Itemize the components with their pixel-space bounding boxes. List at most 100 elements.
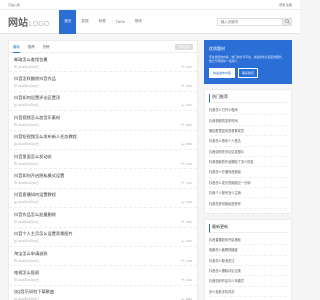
hot-list-item[interactable]: 抖音怎么开通商品橱窗 xyxy=(209,167,287,178)
site-notice[interactable]: 万站公告 xyxy=(8,3,20,7)
hot-list-item[interactable]: 抖音怎么修改个人签名 xyxy=(209,136,287,147)
article-views: 2816 xyxy=(181,220,192,224)
article-title[interactable]: 抖音直播如何设置教程 xyxy=(14,192,192,198)
article-date: 2024年01月02日 xyxy=(14,65,39,69)
hot-list-item[interactable]: 抖音怎样设置私密账号 xyxy=(209,198,287,209)
latest-list-item[interactable]: 抖音直播如何开启美颜 xyxy=(209,235,287,246)
hot-list-item[interactable]: 抖音怎么打开小程序 xyxy=(209,105,287,116)
article-title[interactable]: QQ音乐如何下载歌曲 xyxy=(14,289,192,295)
search-icon xyxy=(284,19,290,24)
clock-icon xyxy=(14,123,17,127)
article-views-count: 1241 xyxy=(185,103,192,108)
main-nav: 首页 发现 标签 TAGs 快传 xyxy=(59,9,147,34)
article-views-count: 1516 xyxy=(185,64,192,69)
article-date: 2024年01月02日 xyxy=(14,259,39,263)
nav-item-tags-en[interactable]: TAGs xyxy=(111,10,130,34)
article-date-text: 2024年01月02日 xyxy=(18,83,39,88)
login-register-link[interactable]: 登录 注册 xyxy=(279,3,292,7)
tab-hot[interactable]: 热榜 xyxy=(43,41,50,53)
article-date: 2024年01月02日 xyxy=(14,142,39,146)
search-input[interactable] xyxy=(217,17,283,26)
article-views: 1029 xyxy=(181,200,192,204)
eye-icon xyxy=(181,85,185,87)
promo-text: 专业优质的内容，热门的分享平台，并提供长久稳定的服务，致力于帮助每一位用户。 xyxy=(209,55,285,63)
clock-icon xyxy=(14,278,17,282)
article-views-count: 2108 xyxy=(185,258,192,263)
nav-item-tags[interactable]: 标签 xyxy=(94,10,111,34)
article-title[interactable]: 淘宝怎么申请退款 xyxy=(14,251,192,257)
search-button[interactable] xyxy=(283,17,292,26)
article-date: 2024年01月02日 xyxy=(14,181,39,185)
eye-icon xyxy=(181,104,185,107)
hot-list-item[interactable]: 微信群里如何查看群成员 xyxy=(209,126,287,137)
article-item[interactable]: 邮政怎么查找包裹 2024年01月02日 1516 xyxy=(9,53,197,73)
article-date-text: 2024年01月02日 xyxy=(18,161,39,166)
latest-list-item[interactable]: 抖音如何开启青少年模式 xyxy=(209,276,287,287)
hot-list-item[interactable]: 抖音视频的发布时间 xyxy=(209,115,287,126)
article-title[interactable]: 抖音个人主页怎么设置背景图片 xyxy=(14,231,192,237)
article-title[interactable]: 抖音怎样删除抖音作品 xyxy=(14,76,192,82)
article-item[interactable]: 抖音个人主页怎么设置背景图片 2024年01月02日 2316 xyxy=(9,228,197,247)
latest-list-item[interactable]: 电脑怎么截屏快捷键 xyxy=(209,245,287,256)
more-button[interactable]: 查看更多 xyxy=(174,43,193,50)
search-box xyxy=(217,17,292,26)
latest-list-item[interactable]: 怎么查看手机内存 xyxy=(209,287,287,297)
article-date-text: 2024年01月02日 xyxy=(18,180,39,185)
article-item[interactable]: 抖音视频怎么加音乐素材 2024年01月02日 5216 xyxy=(9,111,197,131)
article-title[interactable]: 抖音视频怎么加音乐素材 xyxy=(14,115,192,121)
article-title[interactable]: 电视怎么投屏 xyxy=(14,270,192,276)
article-title[interactable]: 抖音里面怎么发动态 xyxy=(14,154,192,160)
article-title[interactable]: 邮政怎么查找包裹 xyxy=(14,57,192,63)
article-item[interactable]: 抖音直播如何设置教程 2024年01月02日 1029 xyxy=(9,189,197,209)
promo-card: 优质题材 专业优质的内容，热门的分享平台，并提供长久稳定的服务，致力于帮助每一位… xyxy=(204,40,292,84)
article-meta: 2024年01月02日 5216 xyxy=(14,123,192,127)
article-date: 2024年01月02日 xyxy=(14,84,39,88)
hot-list-item[interactable]: 抖音个人账号怎么注销 xyxy=(209,188,287,199)
nav-item-discover[interactable]: 发现 xyxy=(76,10,93,34)
hot-list-item[interactable]: 抖音视频的作品删除了怎么恢复 xyxy=(209,157,287,168)
latest-list-item[interactable]: 抖音怎么取消关注 xyxy=(209,256,287,266)
article-item[interactable]: 抖音作品怎么批量删除 2024年01月02日 2816 xyxy=(9,208,197,228)
hot-list-item[interactable]: 抖音如何在评论区发图片 xyxy=(209,147,287,157)
article-title[interactable]: 抖音短视频怎么发布新人任务教程 xyxy=(14,134,192,140)
clock-icon xyxy=(14,162,17,165)
latest-list-item[interactable]: 抖音怎么删除评论记录 xyxy=(209,266,287,277)
eye-icon xyxy=(181,162,185,165)
article-date: 2024年01月02日 xyxy=(14,103,39,107)
article-views-count: 2316 xyxy=(185,239,192,244)
hot-list-item[interactable]: 抖音怎么发长视频超过一分钟 xyxy=(209,178,287,188)
article-item[interactable]: 抖音如何开启隐私模式设置 2024年01月02日 4711 xyxy=(9,169,197,189)
article-item[interactable]: 抖音里面怎么发动态 2024年01月02日 3306 xyxy=(9,150,197,170)
site-logo[interactable]: 网站 LOGO xyxy=(8,14,49,29)
clock-icon xyxy=(14,239,17,243)
article-meta: 2024年01月02日 3630 xyxy=(14,84,192,88)
article-list: 邮政怎么查找包裹 2024年01月02日 1516 抖音怎样删除抖音作品 2024年01… xyxy=(9,53,197,300)
article-item[interactable]: 淘宝怎么申请退款 2024年01月02日 2108 xyxy=(9,247,197,267)
article-item[interactable]: 抖音短视频怎么发布新人任务教程 2024年01月02日 3080 xyxy=(9,131,197,150)
article-views: 1016 xyxy=(181,278,192,282)
article-item[interactable]: 抖音如何设置评论区置顶 2024年01月02日 1241 xyxy=(9,92,197,112)
clock-icon xyxy=(14,259,17,262)
eye-icon xyxy=(181,182,185,184)
eye-icon xyxy=(181,65,185,68)
latest-card: 最新更新 抖音直播如何开启美颜 电脑怎么截屏快捷键 抖音怎么取消关注 抖音怎么删除评论… xyxy=(204,218,292,300)
article-views: 2108 xyxy=(181,259,192,263)
tab-latest[interactable]: 最新 xyxy=(13,41,20,53)
contact-button[interactable]: 联系我们 xyxy=(238,68,259,78)
nav-item-quick[interactable]: 快传 xyxy=(130,10,147,34)
article-title[interactable]: 抖音如何开启隐私模式设置 xyxy=(14,173,192,179)
article-item[interactable]: 抖音怎样删除抖音作品 2024年01月02日 3630 xyxy=(9,72,197,92)
tab-recommended[interactable]: 推荐 xyxy=(28,41,35,53)
latest-title: 最新更新 xyxy=(209,223,287,233)
nav-item-home[interactable]: 首页 xyxy=(59,9,77,34)
article-tabs: 最新 推荐 热榜 查看更多 xyxy=(9,41,197,53)
article-title[interactable]: 抖音如何设置评论区置顶 xyxy=(14,95,192,101)
article-title[interactable]: 抖音作品怎么批量删除 xyxy=(14,212,192,218)
article-date: 2024年01月02日 xyxy=(14,123,39,127)
article-date-text: 2024年01月02日 xyxy=(18,200,39,205)
publish-button[interactable]: 快速发布内容 xyxy=(209,68,236,78)
article-meta: 2024年01月02日 2108 xyxy=(14,259,192,263)
eye-icon xyxy=(181,259,185,262)
article-item[interactable]: QQ音乐如何下载歌曲 2024年01月02日 2816 xyxy=(9,286,197,300)
article-item[interactable]: 电视怎么投屏 2024年01月02日 1016 xyxy=(9,266,197,286)
